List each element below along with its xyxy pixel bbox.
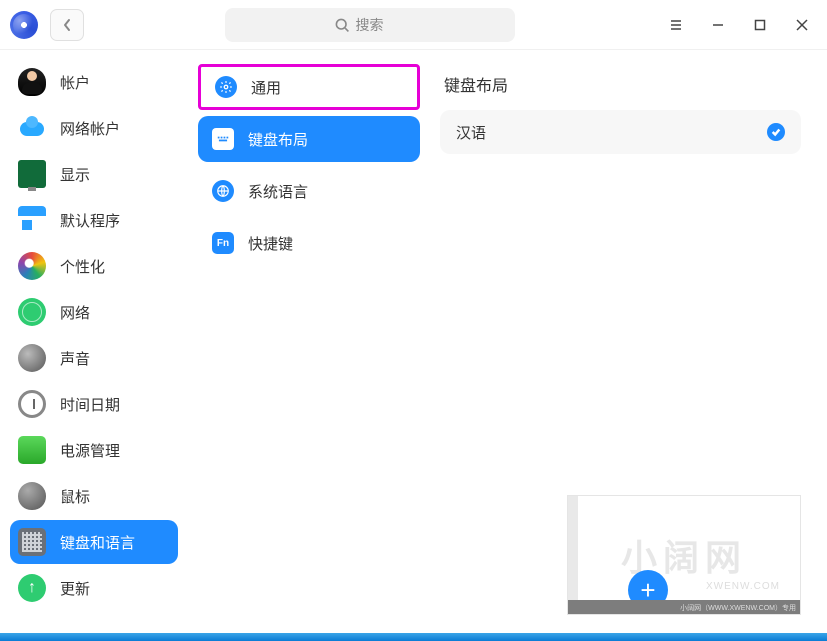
globe-icon	[212, 180, 234, 202]
subpanel-item-general[interactable]: 通用	[198, 64, 420, 110]
sidebar-item-network-account[interactable]: 网络帐户	[10, 106, 178, 150]
sidebar-item-label: 鼠标	[60, 486, 90, 507]
sidebar-item-update[interactable]: 更新	[10, 566, 178, 610]
sidebar-item-label: 网络	[60, 302, 90, 323]
sidebar-item-label: 个性化	[60, 256, 105, 277]
chevron-left-icon	[62, 18, 72, 32]
subpanel-item-label: 键盘布局	[248, 129, 308, 150]
sidebar-item-label: 默认程序	[60, 210, 120, 231]
sidebar: 帐户 网络帐户 显示 默认程序 个性化 网络 声音 时间日期	[0, 50, 188, 633]
keyboard-layout-label: 汉语	[456, 122, 486, 143]
maximize-icon	[753, 18, 767, 32]
selected-check-icon	[767, 123, 785, 141]
content-pane: 键盘布局 汉语	[430, 50, 827, 633]
sidebar-item-label: 声音	[60, 348, 90, 369]
main-area: 帐户 网络帐户 显示 默认程序 个性化 网络 声音 时间日期	[0, 50, 827, 633]
search-box[interactable]	[225, 8, 515, 42]
bottom-bar	[0, 633, 827, 641]
minimize-button[interactable]	[709, 16, 727, 34]
keyboard-icon	[18, 528, 46, 556]
subpanel-item-keyboard-layout[interactable]: 键盘布局	[198, 116, 420, 162]
account-icon	[18, 68, 46, 96]
sidebar-item-mouse[interactable]: 鼠标	[10, 474, 178, 518]
titlebar	[0, 0, 827, 50]
subpanel: 通用 键盘布局 系统语言 Fn 快捷键	[188, 50, 430, 633]
gear-icon	[215, 76, 237, 98]
sidebar-item-datetime[interactable]: 时间日期	[10, 382, 178, 426]
maximize-button[interactable]	[751, 16, 769, 34]
sidebar-item-display[interactable]: 显示	[10, 152, 178, 196]
sidebar-item-label: 网络帐户	[60, 118, 120, 139]
sidebar-item-label: 电源管理	[60, 440, 120, 461]
sidebar-item-label: 时间日期	[60, 394, 120, 415]
battery-icon	[18, 436, 46, 464]
display-icon	[18, 160, 46, 188]
sidebar-item-default-apps[interactable]: 默认程序	[10, 198, 178, 242]
menu-button[interactable]	[667, 16, 685, 34]
keyboard-layout-icon	[212, 128, 234, 150]
subpanel-item-label: 快捷键	[248, 233, 293, 254]
fn-key-icon: Fn	[212, 232, 234, 254]
close-button[interactable]	[793, 16, 811, 34]
subpanel-item-label: 系统语言	[248, 181, 308, 202]
sidebar-item-network[interactable]: 网络	[10, 290, 178, 334]
minimize-icon	[711, 18, 725, 32]
search-icon	[334, 17, 350, 33]
network-icon	[18, 298, 46, 326]
subpanel-item-shortcuts[interactable]: Fn 快捷键	[198, 220, 420, 266]
cloud-icon	[18, 114, 46, 142]
sidebar-item-sound[interactable]: 声音	[10, 336, 178, 380]
sidebar-item-label: 显示	[60, 164, 90, 185]
search-input[interactable]	[356, 17, 406, 33]
update-icon	[18, 574, 46, 602]
keyboard-layout-row[interactable]: 汉语	[440, 110, 801, 154]
sidebar-item-keyboard-language[interactable]: 键盘和语言	[10, 520, 178, 564]
sidebar-item-label: 帐户	[60, 72, 90, 93]
sidebar-item-power[interactable]: 电源管理	[10, 428, 178, 472]
sidebar-item-label: 键盘和语言	[60, 532, 135, 553]
sidebar-item-account[interactable]: 帐户	[10, 60, 178, 104]
mouse-icon	[18, 482, 46, 510]
content-title: 键盘布局	[440, 72, 801, 96]
sidebar-item-label: 更新	[60, 578, 90, 599]
default-apps-icon	[18, 206, 46, 234]
app-logo-icon	[10, 11, 38, 39]
hamburger-icon	[669, 18, 683, 32]
subpanel-item-label: 通用	[251, 77, 281, 98]
palette-icon	[18, 252, 46, 280]
close-icon	[795, 18, 809, 32]
back-button[interactable]	[50, 9, 84, 41]
subpanel-item-system-language[interactable]: 系统语言	[198, 168, 420, 214]
clock-icon	[18, 390, 46, 418]
sidebar-item-personalization[interactable]: 个性化	[10, 244, 178, 288]
speaker-icon	[18, 344, 46, 372]
